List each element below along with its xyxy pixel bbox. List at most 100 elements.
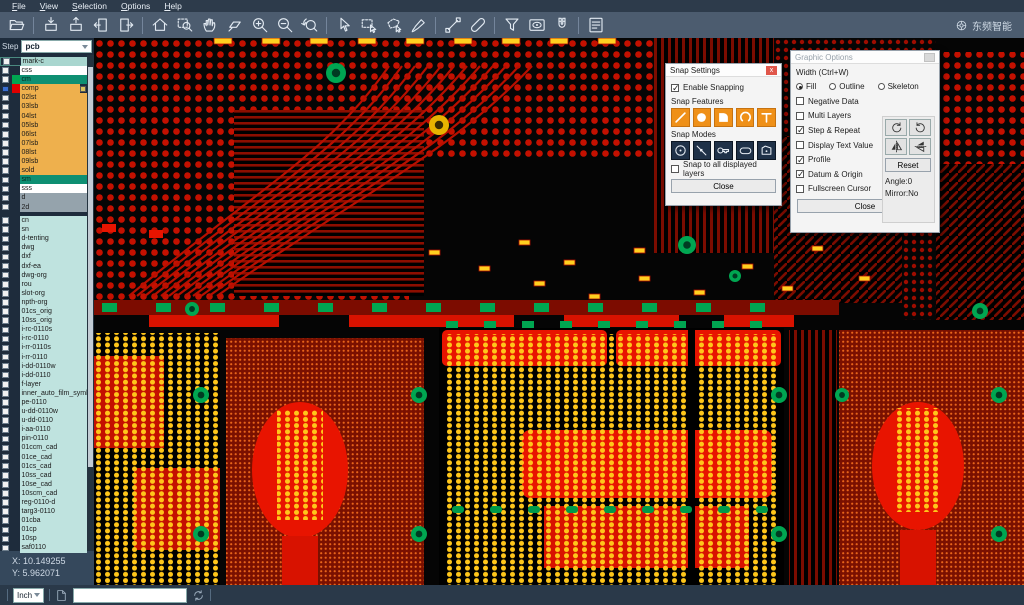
step-select[interactable]: pcb <box>21 40 92 53</box>
layer-row[interactable]: pin-0110 <box>0 434 87 443</box>
layer-visibility-checkbox[interactable] <box>2 217 9 224</box>
layer-row[interactable]: slot-org <box>0 289 87 298</box>
layer-visibility-checkbox[interactable] <box>2 113 9 120</box>
layer-visibility-checkbox[interactable] <box>2 454 9 461</box>
layer-visibility-checkbox[interactable] <box>2 177 9 184</box>
enable-snapping-checkbox[interactable] <box>671 84 679 92</box>
layer-visibility-checkbox[interactable] <box>2 149 9 156</box>
layer-visibility-checkbox[interactable] <box>2 236 9 243</box>
layer-row[interactable]: sold <box>0 166 87 175</box>
zoom-in-button[interactable] <box>247 14 272 36</box>
layer-visibility-checkbox[interactable] <box>2 131 9 138</box>
layer-row[interactable]: i-dd-0110 <box>0 371 87 380</box>
layer-scrollbar-thumb[interactable] <box>88 67 93 467</box>
layer-row[interactable]: f-layer <box>0 380 87 389</box>
layer-visibility-checkbox[interactable] <box>2 381 9 388</box>
layer-row[interactable]: d <box>0 193 87 202</box>
layer-visibility-checkbox[interactable] <box>2 517 9 524</box>
checkbox[interactable] <box>796 97 804 105</box>
layer-visibility-checkbox[interactable] <box>2 195 9 202</box>
snap-feature-corner-button[interactable] <box>714 108 733 127</box>
layer-visibility-checkbox[interactable] <box>2 427 9 434</box>
snap-feature-line-button[interactable] <box>671 108 690 127</box>
layer-visibility-checkbox[interactable] <box>2 545 9 552</box>
checkbox[interactable] <box>796 141 804 149</box>
layer-row[interactable]: pe-0110 <box>0 398 87 407</box>
layer-row[interactable]: 05lsb <box>0 121 87 130</box>
snap-close-button[interactable]: Close <box>671 179 776 193</box>
layer-row[interactable]: sm <box>0 175 87 184</box>
layer-row[interactable]: 10se_cad <box>0 480 87 489</box>
layer-row[interactable]: css <box>0 66 87 75</box>
layer-row[interactable]: 08lst <box>0 148 87 157</box>
layer-visibility-checkbox[interactable] <box>2 167 9 174</box>
layer-row[interactable]: dwg <box>0 243 87 252</box>
layer-visibility-checkbox[interactable] <box>2 408 9 415</box>
checkbox[interactable] <box>796 185 804 193</box>
menu-file[interactable]: File <box>5 1 33 11</box>
select-button[interactable] <box>331 14 356 36</box>
mirror-horizontal-button[interactable] <box>885 138 907 155</box>
measure-button[interactable] <box>440 14 465 36</box>
snap-feature-circle-button[interactable] <box>693 108 712 127</box>
layer-visibility-checkbox[interactable] <box>2 499 9 506</box>
layer-row[interactable]: 01ce_cad <box>0 453 87 462</box>
menu-selection[interactable]: Selection <box>65 1 114 11</box>
zoom-out-button[interactable] <box>272 14 297 36</box>
layer-visibility-checkbox[interactable] <box>2 122 9 129</box>
layer-row[interactable]: cn <box>0 216 87 225</box>
layer-visibility-checkbox[interactable] <box>2 186 9 193</box>
menu-options[interactable]: Options <box>114 1 157 11</box>
layer-row[interactable]: i-aa-0110 <box>0 425 87 434</box>
page-back-button[interactable] <box>88 14 113 36</box>
layer-visibility-checkbox[interactable] <box>2 363 9 370</box>
layer-row[interactable]: 01cs_cad <box>0 462 87 471</box>
graphic-option-display-text-value[interactable]: Display Text Value <box>796 138 884 153</box>
layer-visibility-checkbox[interactable] <box>3 58 10 65</box>
menu-help[interactable]: Help <box>157 1 188 11</box>
radio-skeleton[interactable]: Skeleton <box>878 82 919 91</box>
layer-row[interactable]: i-rc-0110s <box>0 325 87 334</box>
snap-mode-slot-button[interactable] <box>736 141 755 160</box>
layer-row[interactable]: 09lsb <box>0 157 87 166</box>
zoom-previous-button[interactable] <box>297 14 322 36</box>
snap-mode-surface-button[interactable] <box>757 141 776 160</box>
layer-visibility-checkbox[interactable] <box>2 290 9 297</box>
layer-row[interactable]: saf0110 <box>0 543 87 552</box>
layer-visibility-checkbox[interactable] <box>2 399 9 406</box>
export-button[interactable] <box>63 14 88 36</box>
graphic-option-negative-data[interactable]: Negative Data <box>796 94 884 109</box>
layer-row[interactable]: 01cba <box>0 516 87 525</box>
layer-row[interactable]: dxf-ea <box>0 262 87 271</box>
close-icon[interactable] <box>924 53 935 62</box>
eraser-button[interactable] <box>465 14 490 36</box>
layer-row[interactable]: reg-0110-d <box>0 498 87 507</box>
layer-visibility-checkbox[interactable] <box>2 299 9 306</box>
checkbox[interactable] <box>796 126 804 134</box>
layer-visibility-checkbox[interactable] <box>2 372 9 379</box>
select-rect-button[interactable] <box>356 14 381 36</box>
layer-row[interactable]: 10ss_cad <box>0 471 87 480</box>
checkbox[interactable] <box>796 156 804 164</box>
layer-visibility-checkbox[interactable] <box>2 226 9 233</box>
layer-row[interactable]: 07lsb <box>0 139 87 148</box>
layer-row[interactable]: i-rr-0110s <box>0 343 87 352</box>
layer-row[interactable]: dwg-org <box>0 271 87 280</box>
layer-row[interactable]: 06lst <box>0 130 87 139</box>
layer-row[interactable]: 01cs_orig <box>0 307 87 316</box>
open-button[interactable] <box>4 14 29 36</box>
radio-fill[interactable]: Fill <box>796 82 816 91</box>
layer-row[interactable]: comp <box>0 84 87 93</box>
layer-visibility-checkbox[interactable] <box>2 308 9 315</box>
layer-visibility-checkbox[interactable] <box>2 317 9 324</box>
layer-row[interactable]: i-rc-0110 <box>0 334 87 343</box>
layer-visibility-checkbox[interactable] <box>2 336 9 343</box>
layer-row[interactable]: 10scm_cad <box>0 489 87 498</box>
menu-view[interactable]: View <box>33 1 65 11</box>
page-forward-button[interactable] <box>113 14 138 36</box>
layer-row[interactable]: 04lst <box>0 112 87 121</box>
layer-visibility-checkbox[interactable] <box>2 281 9 288</box>
layer-row[interactable]: u-dd-0110 <box>0 416 87 425</box>
layer-row[interactable]: inner_auto_film_symb <box>0 389 87 398</box>
layer-row[interactable]: cm <box>0 75 87 84</box>
